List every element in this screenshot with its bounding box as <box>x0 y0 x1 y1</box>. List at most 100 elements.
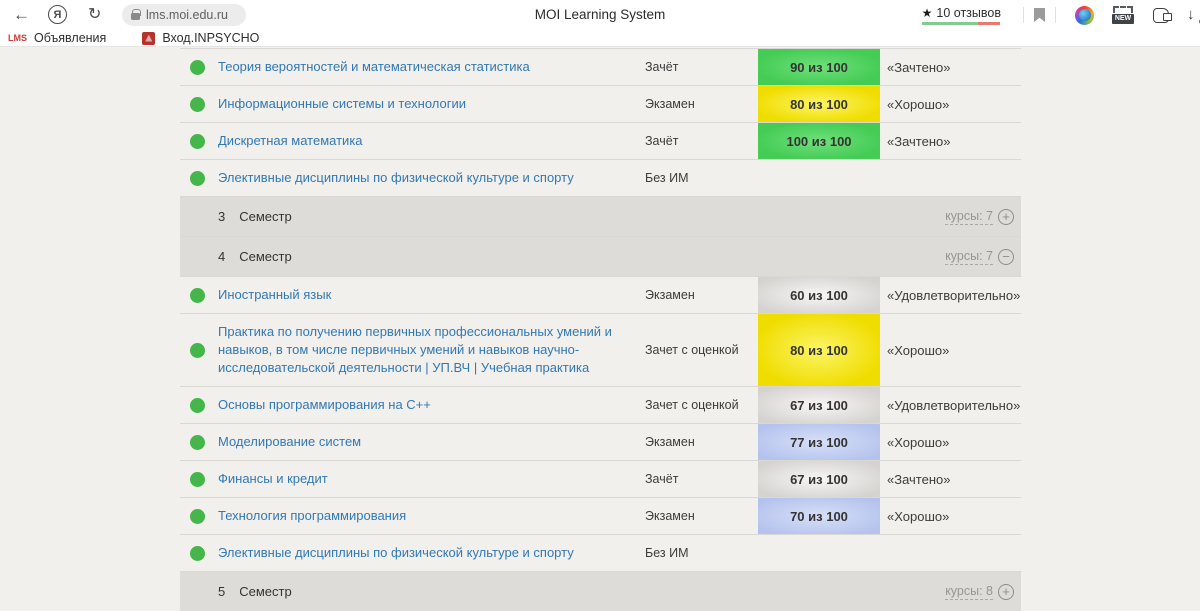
bookmark-flag-icon[interactable] <box>1034 8 1045 22</box>
course-name-cell: Элективные дисциплины по физической куль… <box>218 535 645 571</box>
score-badge: 100 из 100 <box>758 123 880 159</box>
score-cell: 67 из 100 <box>758 387 880 423</box>
status-dot-icon <box>190 398 205 413</box>
score-cell <box>758 535 880 571</box>
bookmark-inpsycho[interactable]: Вход.INPSYCHO <box>142 31 259 45</box>
grade-text: «Хорошо» <box>880 498 1021 534</box>
grade-text: «Удовлетворительно» <box>880 277 1021 313</box>
status-cell <box>180 314 218 386</box>
table-row-course: Элективные дисциплины по физической куль… <box>180 535 1021 572</box>
bookmark-label: Объявления <box>34 31 106 45</box>
status-dot-icon <box>190 472 205 487</box>
score-badge: 80 из 100 <box>758 86 880 122</box>
status-cell <box>180 86 218 122</box>
screen-capture-new-icon[interactable]: NEW <box>1112 6 1134 24</box>
status-dot-icon <box>190 343 205 358</box>
score-cell: 80 из 100 <box>758 86 880 122</box>
status-dot-icon <box>190 134 205 149</box>
status-dot-icon <box>190 288 205 303</box>
semester-number: 3 <box>218 209 225 224</box>
status-dot-icon <box>190 435 205 450</box>
course-name-cell: Теория вероятностей и математическая ста… <box>218 49 645 85</box>
status-dot-icon <box>190 60 205 75</box>
page-content: Теория вероятностей и математическая ста… <box>0 47 1200 611</box>
score-cell: 70 из 100 <box>758 498 880 534</box>
course-link[interactable]: Финансы и кредит <box>218 470 328 488</box>
collapse-toggle-icon[interactable]: − <box>998 249 1014 265</box>
course-link[interactable]: Практика по получению первичных професси… <box>218 323 631 377</box>
score-badge: 80 из 100 <box>758 314 880 386</box>
semester-label: Семестр <box>239 209 291 224</box>
courses-count-link[interactable]: курсы: 8 <box>945 584 993 600</box>
assessment-type: Без ИМ <box>645 535 758 571</box>
table-row-semester: 3 Семестр курсы: 7 + <box>180 197 1021 237</box>
course-link[interactable]: Информационные системы и технологии <box>218 95 466 113</box>
grade-text <box>880 535 1021 571</box>
table-row-course: Моделирование системЭкзамен77 из 100«Хор… <box>180 424 1021 461</box>
course-link[interactable]: Элективные дисциплины по физической куль… <box>218 544 574 562</box>
gradebook-table: Теория вероятностей и математическая ста… <box>180 48 1021 611</box>
expand-toggle-icon[interactable]: + <box>998 209 1014 225</box>
bookmark-announcements[interactable]: LMS Объявления <box>8 31 106 45</box>
bookmarks-bar: LMS Объявления Вход.INPSYCHO <box>0 30 1200 47</box>
table-row-course: Основы программирования на C++ Зачет с оц… <box>180 387 1021 424</box>
score-badge: 77 из 100 <box>758 424 880 460</box>
table-row-course: Информационные системы и технологии Экзам… <box>180 86 1021 123</box>
course-name-cell: Основы программирования на C++ <box>218 387 645 423</box>
table-row-course: Дискретная математикаЗачёт100 из 100«Зач… <box>180 123 1021 160</box>
score-cell: 90 из 100 <box>758 49 880 85</box>
toolbar-right-cluster: ★ 10 отзывов NEW ↓ <box>922 0 1200 30</box>
status-dot-icon <box>190 509 205 524</box>
status-cell <box>180 498 218 534</box>
status-dot-icon <box>190 97 205 112</box>
reviews-label: 10 отзывов <box>936 6 1001 20</box>
courses-count-link[interactable]: курсы: 7 <box>945 209 993 225</box>
course-link[interactable]: Моделирование систем <box>218 433 361 451</box>
star-icon: ★ <box>922 6 933 20</box>
score-badge: 67 из 100 <box>758 461 880 497</box>
table-row-course: Финансы и кредитЗачёт67 из 100«Зачтено» <box>180 461 1021 498</box>
downloads-icon[interactable]: ↓ <box>1187 6 1200 24</box>
assessment-type: Экзамен <box>645 86 758 122</box>
semester-number: 5 <box>218 584 225 599</box>
grade-text: «Хорошо» <box>880 86 1021 122</box>
assessment-type: Зачёт <box>645 461 758 497</box>
table-row-semester: 4 Семестр курсы: 7− <box>180 237 1021 277</box>
score-cell: 100 из 100 <box>758 123 880 159</box>
extension-icon[interactable] <box>1153 8 1169 23</box>
divider <box>1023 7 1024 23</box>
assessment-type: Зачёт <box>645 123 758 159</box>
course-name-cell: Технология программирования <box>218 498 645 534</box>
course-link[interactable]: Элективные дисциплины по физической куль… <box>218 169 574 187</box>
assessment-type: Экзамен <box>645 424 758 460</box>
score-badge: 90 из 100 <box>758 49 880 85</box>
rating-bar <box>922 22 1000 25</box>
grade-text: «Удовлетворительно» <box>880 387 1021 423</box>
semester-label: Семестр <box>239 249 291 264</box>
course-link[interactable]: Дискретная математика <box>218 132 363 150</box>
table-row-course: Иностранный языкЭкзамен60 из 100«Удовлет… <box>180 277 1021 314</box>
divider <box>1055 7 1056 23</box>
score-cell <box>758 160 880 196</box>
table-row-course: Элективные дисциплины по физической куль… <box>180 160 1021 197</box>
expand-toggle-icon[interactable]: + <box>998 584 1014 600</box>
status-cell <box>180 424 218 460</box>
score-badge: 70 из 100 <box>758 498 880 534</box>
status-cell <box>180 277 218 313</box>
course-link[interactable]: Иностранный язык <box>218 286 331 304</box>
status-cell <box>180 387 218 423</box>
course-link[interactable]: Технология программирования <box>218 507 406 525</box>
score-badge: 60 из 100 <box>758 277 880 313</box>
reviews-widget[interactable]: ★ 10 отзывов <box>922 6 1001 25</box>
course-link[interactable]: Основы программирования на C++ <box>218 396 431 414</box>
course-name-cell: Информационные системы и технологии <box>218 86 645 122</box>
course-link[interactable]: Теория вероятностей и математическая ста… <box>218 58 530 76</box>
browser-sphere-icon[interactable] <box>1075 6 1094 25</box>
semester-number: 4 <box>218 249 225 264</box>
assessment-type: Зачет с оценкой <box>645 387 758 423</box>
table-row-course: Практика по получению первичных професси… <box>180 314 1021 387</box>
courses-count-link[interactable]: курсы: 7 <box>945 249 993 265</box>
status-cell <box>180 123 218 159</box>
browser-toolbar: ← Я ↻ lms.moi.edu.ru MOI Learning System… <box>0 0 1200 30</box>
status-dot-icon <box>190 546 205 561</box>
